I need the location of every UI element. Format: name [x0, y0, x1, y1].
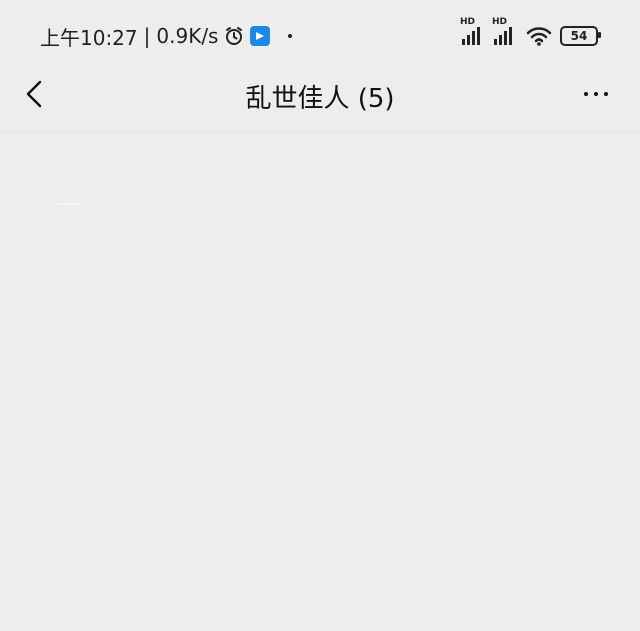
battery-level: 54: [570, 29, 588, 43]
nav-bar: 乱世佳人 (5): [0, 70, 640, 133]
more-button[interactable]: [576, 78, 616, 110]
battery-icon: 54: [560, 26, 601, 46]
status-right: HD HD 54: [460, 17, 601, 52]
dot-icon: [288, 34, 293, 38]
chevron-left-icon: [24, 78, 44, 110]
faint-message-bubble: [100, 181, 518, 311]
status-time: 上午10:27: [40, 25, 138, 50]
status-separator: |: [143, 24, 151, 48]
page-title: 乱世佳人 (5): [245, 84, 395, 114]
status-speed: 0.9K/s: [156, 24, 219, 48]
faint-dash: [58, 203, 80, 205]
status-bar: 上午10:27 | 0.9K/s HD HD 54: [0, 0, 640, 70]
status-left: 上午10:27 | 0.9K/s: [40, 20, 293, 52]
back-button[interactable]: [18, 78, 50, 110]
wifi-icon: [526, 26, 552, 46]
more-horizontal-icon: [584, 92, 608, 96]
content-area: [0, 133, 640, 631]
signal-hd-1-icon: HD: [460, 17, 480, 45]
alarm-icon: [224, 26, 244, 46]
signal-hd-2-icon: HD: [492, 17, 512, 45]
app-notification-icon: [250, 26, 271, 46]
